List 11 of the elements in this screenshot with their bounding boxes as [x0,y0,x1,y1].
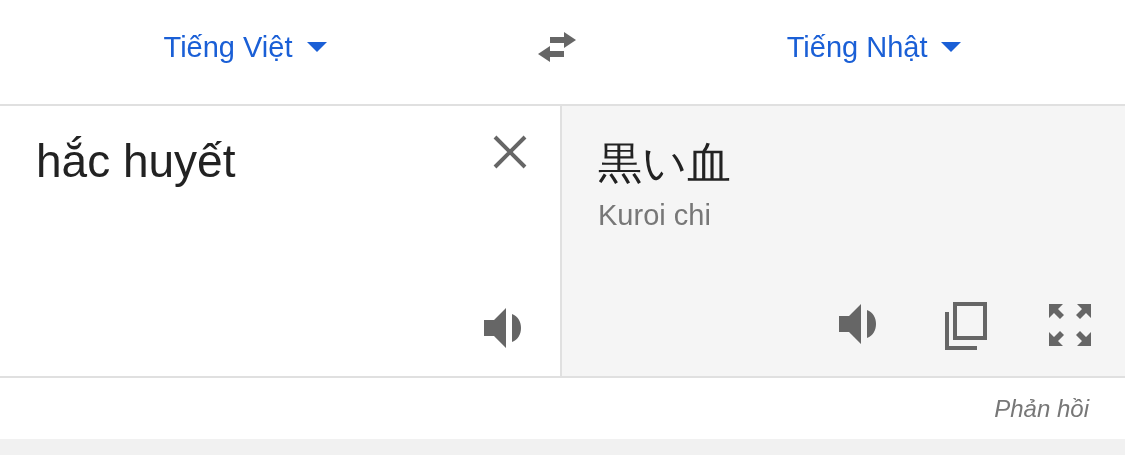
source-language-button[interactable]: Tiếng Việt [163,30,327,64]
translation-text: 黒い血 [598,137,731,189]
target-language-button[interactable]: Tiếng Nhật [786,30,962,64]
close-icon[interactable] [492,134,528,170]
fullscreen-icon[interactable] [1047,302,1093,348]
romanization-text: Kuroi chi [598,199,711,232]
caret-icon [941,42,962,52]
caret-icon [306,42,327,52]
copy-icon[interactable] [943,302,987,350]
feedback-link[interactable]: Phản hồi [994,394,1089,423]
source-text[interactable]: hắc huyết [36,134,236,188]
